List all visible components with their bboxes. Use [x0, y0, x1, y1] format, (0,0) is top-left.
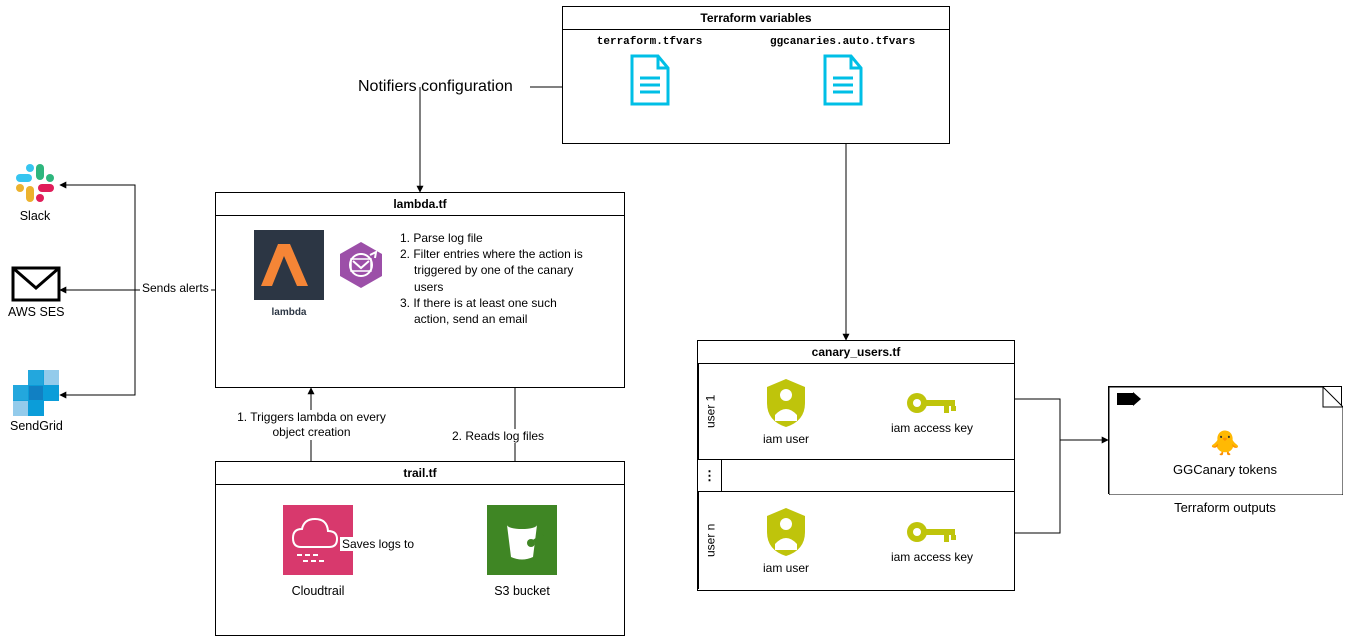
iam-user-caption: iam user	[763, 561, 809, 575]
ses-hex-icon	[336, 240, 386, 290]
terraform-outputs-caption: Terraform outputs	[1108, 500, 1342, 515]
user1-label: user 1	[698, 364, 722, 459]
outputs-title: GGCanary tokens	[1109, 462, 1341, 477]
lambda-box: lambda.tf lambda 1. Parse log file 2. Fi…	[215, 192, 625, 388]
sendgrid-caption: SendGrid	[10, 419, 63, 433]
reads-log-label: 2. Reads log files	[450, 429, 546, 443]
ses-caption: AWS SES	[8, 305, 65, 319]
lambda-step-2: 2. Filter entries where the action is tr…	[400, 246, 590, 295]
slack-caption: Slack	[12, 209, 58, 223]
triggers-lambda-label: 1. Triggers lambda on every object creat…	[229, 410, 394, 440]
canary-users-title: canary_users.tf	[698, 341, 1014, 364]
lambda-step-3: 3. If there is at least one such action,…	[400, 295, 590, 327]
s3-caption: S3 bucket	[487, 584, 557, 598]
lambda-box-title: lambda.tf	[216, 193, 624, 216]
canary-users-box: canary_users.tf user 1 iam user	[697, 340, 1015, 591]
sends-alerts-label: Sends alerts	[140, 281, 211, 295]
canary-emoji-icon: 🐥	[1109, 429, 1341, 458]
outputs-note-box: 🐥 GGCanary tokens	[1108, 386, 1342, 494]
trail-box-title: trail.tf	[216, 462, 624, 485]
key-icon	[904, 388, 960, 418]
iam-user-icon	[763, 506, 809, 558]
file-icon	[626, 54, 674, 108]
file-icon	[819, 54, 867, 108]
cloudtrail-caption: Cloudtrail	[283, 584, 353, 598]
iam-user-icon	[763, 377, 809, 429]
lambda-icon-caption: lambda	[254, 307, 324, 318]
terraform-variables-title: Terraform variables	[563, 7, 949, 30]
dots-label: ⋮	[698, 460, 722, 491]
slack-icon	[12, 160, 58, 206]
trail-box: trail.tf Cloudtrail S3 bucket	[215, 461, 625, 636]
iam-key-caption: iam access key	[891, 421, 973, 435]
usern-label: user n	[698, 492, 722, 589]
key-icon	[904, 517, 960, 547]
mail-icon	[11, 266, 61, 302]
tfvars-file1-label: terraform.tfvars	[597, 36, 703, 48]
s3-bucket-icon	[487, 505, 557, 575]
lambda-step-1: 1. Parse log file	[400, 230, 590, 246]
terraform-variables-box: Terraform variables terraform.tfvars ggc…	[562, 6, 950, 144]
iam-key-caption: iam access key	[891, 550, 973, 564]
lambda-icon	[254, 230, 324, 300]
tfvars-file2-label: ggcanaries.auto.tfvars	[770, 36, 915, 48]
iam-user-caption: iam user	[763, 432, 809, 446]
notifiers-configuration-label: Notifiers configuration	[358, 78, 513, 96]
saves-logs-label: Saves logs to	[340, 537, 416, 551]
sendgrid-icon	[13, 370, 59, 416]
